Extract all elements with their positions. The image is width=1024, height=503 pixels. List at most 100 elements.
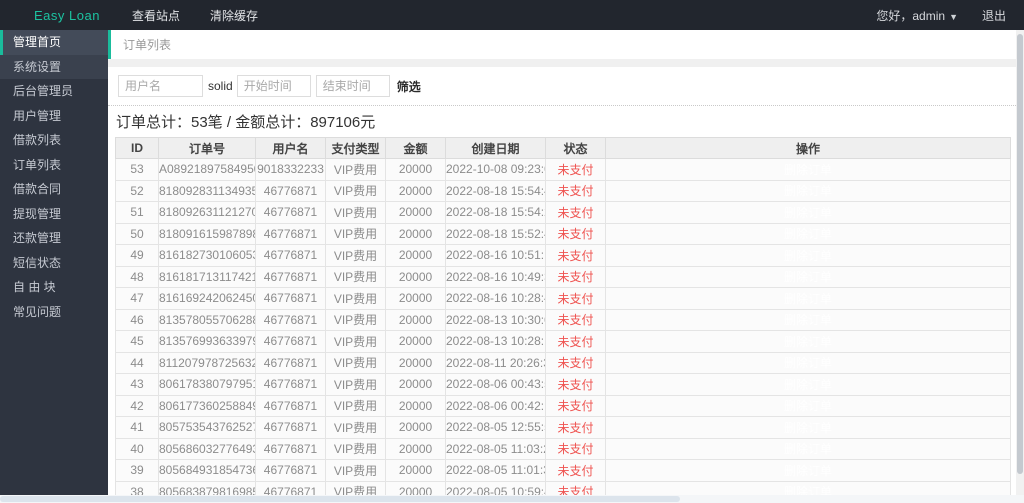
order-actions-cell: 删除订单	[605, 158, 1011, 181]
filter-submit-button[interactable]: 筛选	[397, 78, 421, 95]
sidebar-item[interactable]: 借款列表	[0, 128, 108, 153]
order-number: 818092831134935	[158, 179, 256, 202]
order-created-date: 2022-08-05 10:59:47	[445, 480, 546, 495]
order-number: 805684931854736	[158, 459, 256, 482]
delete-order-button[interactable]: 删除订单	[784, 356, 832, 370]
delete-order-button[interactable]: 删除订单	[784, 292, 832, 306]
order-actions-cell: 删除订单	[605, 373, 1011, 396]
sidebar-item[interactable]: 订单列表	[0, 153, 108, 178]
logout-button[interactable]: 退出	[982, 7, 1006, 24]
order-actions-cell: 删除订单	[605, 459, 1011, 482]
sidebar-item[interactable]: 借款合同	[0, 177, 108, 202]
table-row: 41 805753543762527 46776871 VIP费用 20000 2022-…	[115, 416, 1011, 439]
table-row: 52 818092831134935 46776871 VIP费用 20000 2022-…	[115, 179, 1011, 202]
table-row: 47 816169242062450 46776871 VIP费用 20000 2022-…	[115, 287, 1011, 310]
delete-order-button[interactable]: 删除订单	[784, 163, 832, 177]
delete-order-button[interactable]: 删除订单	[784, 378, 832, 392]
order-actions-cell: 删除订单	[605, 265, 1011, 288]
order-username: 46776871	[255, 351, 326, 374]
order-username: 46776871	[255, 480, 326, 495]
column-header: 订单号	[158, 137, 256, 159]
order-created-date: 2022-08-18 15:54:43	[445, 179, 546, 202]
order-created-date: 2022-08-06 00:42:16	[445, 394, 546, 417]
sidebar-item[interactable]: 自 由 块	[0, 275, 108, 300]
order-status: 未支付	[545, 179, 606, 202]
delete-order-button[interactable]: 删除订单	[784, 442, 832, 456]
order-pay-type: VIP费用	[325, 373, 386, 396]
sidebar: 管理首页 系统设置 后台管理员 用户管理 借款列表 订单列表 借款合同 提现管理 还款管理 短信状…	[0, 30, 108, 495]
table-row: 43 806178380797951 46776871 VIP费用 20000 2022-…	[115, 373, 1011, 396]
horizontal-scrollbar-thumb[interactable]	[0, 496, 680, 502]
delete-order-button[interactable]: 删除订单	[784, 313, 832, 327]
order-id: 43	[115, 373, 159, 396]
order-created-date: 2022-08-16 10:28:44	[445, 287, 546, 310]
vertical-scrollbar-thumb[interactable]	[1017, 34, 1023, 474]
order-created-date: 2022-10-08 09:23:09	[445, 158, 546, 181]
chevron-down-icon: ▼	[949, 11, 958, 22]
order-number: 813576993633979	[158, 330, 256, 353]
delete-order-button[interactable]: 删除订单	[784, 270, 832, 284]
username-input[interactable]	[118, 75, 203, 97]
column-header: 支付类型	[325, 137, 386, 159]
vertical-scrollbar[interactable]	[1016, 30, 1024, 495]
sidebar-item[interactable]: 提现管理	[0, 202, 108, 227]
table-row: 44 811207978725632 46776871 VIP费用 20000 2022-…	[115, 351, 1011, 374]
delete-order-button[interactable]: 删除订单	[784, 421, 832, 435]
order-number: 806177360258849	[158, 394, 256, 417]
order-amount: 20000	[385, 416, 446, 439]
order-pay-type: VIP费用	[325, 222, 386, 245]
clear-cache-button[interactable]: 清除缓存	[206, 7, 262, 24]
breadcrumb: 订单列表	[108, 30, 1016, 59]
sidebar-item[interactable]: 短信状态	[0, 251, 108, 276]
order-pay-type: VIP费用	[325, 480, 386, 495]
sidebar-item[interactable]: 用户管理	[0, 104, 108, 129]
column-header: 状态	[545, 137, 606, 159]
order-actions-cell: 删除订单	[605, 394, 1011, 417]
delete-order-button[interactable]: 删除订单	[784, 184, 832, 198]
column-header: 金额	[385, 137, 446, 159]
order-created-date: 2022-08-11 20:26:37	[445, 351, 546, 374]
delete-order-button[interactable]: 删除订单	[784, 464, 832, 478]
content-gap	[108, 59, 1016, 67]
order-created-date: 2022-08-05 11:01:33	[445, 459, 546, 482]
order-amount: 20000	[385, 394, 446, 417]
order-username: 46776871	[255, 437, 326, 460]
delete-order-button[interactable]: 删除订单	[784, 485, 832, 495]
sidebar-item[interactable]: 后台管理员	[0, 79, 108, 104]
user-dropdown[interactable]: 您好，admin ▼	[876, 7, 958, 24]
order-status: 未支付	[545, 480, 606, 495]
order-created-date: 2022-08-05 12:55:54	[445, 416, 546, 439]
delete-order-button[interactable]: 删除订单	[784, 227, 832, 241]
sidebar-item[interactable]: 管理首页	[0, 30, 108, 55]
order-number: A08921897584950	[158, 158, 256, 181]
order-status: 未支付	[545, 222, 606, 245]
order-status: 未支付	[545, 330, 606, 353]
delete-order-button[interactable]: 删除订单	[784, 249, 832, 263]
start-time-input[interactable]	[236, 75, 311, 97]
order-id: 51	[115, 201, 159, 224]
end-time-input[interactable]	[315, 75, 390, 97]
order-amount: 20000	[385, 351, 446, 374]
order-created-date: 2022-08-05 11:03:23	[445, 437, 546, 460]
view-site-button[interactable]: 查看站点	[128, 7, 184, 24]
order-pay-type: VIP费用	[325, 201, 386, 224]
delete-order-button[interactable]: 删除订单	[784, 206, 832, 220]
horizontal-scrollbar[interactable]	[0, 495, 1024, 503]
order-actions-cell: 删除订单	[605, 480, 1011, 495]
sidebar-item[interactable]: 还款管理	[0, 226, 108, 251]
order-status: 未支付	[545, 459, 606, 482]
delete-order-button[interactable]: 删除订单	[784, 399, 832, 413]
order-created-date: 2022-08-13 10:28:19	[445, 330, 546, 353]
order-actions-cell: 删除订单	[605, 222, 1011, 245]
order-status: 未支付	[545, 287, 606, 310]
order-amount: 20000	[385, 373, 446, 396]
order-created-date: 2022-08-06 00:43:58	[445, 373, 546, 396]
app-logo[interactable]: Easy Loan	[34, 8, 120, 23]
order-amount: 20000	[385, 158, 446, 181]
order-pay-type: VIP费用	[325, 394, 386, 417]
sidebar-item[interactable]: 系统设置	[0, 54, 108, 79]
order-created-date: 2022-08-16 10:51:13	[445, 244, 546, 267]
delete-order-button[interactable]: 删除订单	[784, 335, 832, 349]
table-row: 45 813576993633979 46776871 VIP费用 20000 2022-…	[115, 330, 1011, 353]
sidebar-item[interactable]: 常见问题	[0, 300, 108, 325]
